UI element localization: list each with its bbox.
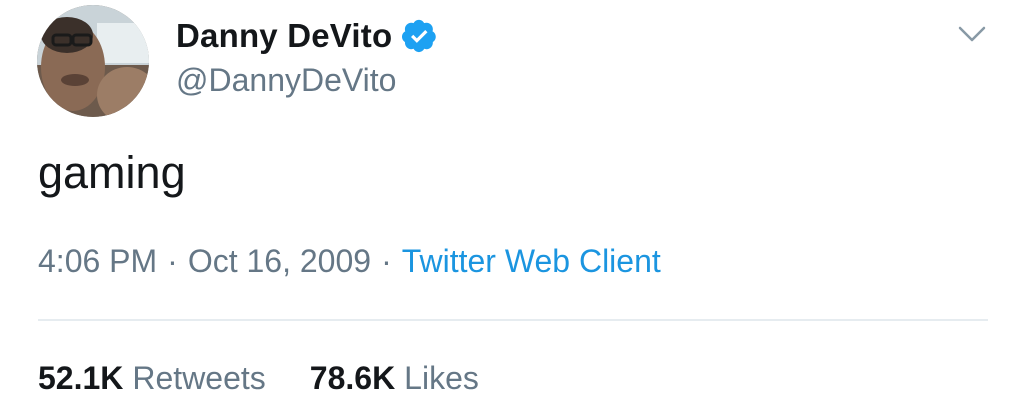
likes-label: Likes (404, 360, 479, 396)
avatar[interactable] (37, 5, 149, 117)
retweets-count: 52.1K (38, 360, 124, 396)
verified-badge-icon (402, 18, 438, 54)
author-handle[interactable]: @DannyDeVito (176, 62, 396, 99)
meta-separator: · (167, 243, 178, 279)
divider (38, 319, 988, 321)
chevron-down-icon[interactable] (956, 20, 988, 48)
retweets-stat[interactable]: 52.1K Retweets (38, 360, 266, 397)
retweets-label: Retweets (132, 360, 266, 396)
tweet-meta: 4:06 PM · Oct 16, 2009 · Twitter Web Client (38, 243, 661, 280)
tweet-date[interactable]: Oct 16, 2009 (188, 243, 371, 279)
tweet-card: Danny DeVito @DannyDeVito gaming 4:06 PM… (0, 0, 1024, 419)
tweet-stats: 52.1K Retweets 78.6K Likes (38, 360, 479, 397)
author-name-row: Danny DeVito (176, 17, 438, 55)
meta-separator: · (381, 243, 392, 279)
tweet-text: gaming (38, 147, 186, 198)
likes-stat[interactable]: 78.6K Likes (310, 360, 479, 397)
avatar-image (37, 5, 149, 117)
author-display-name[interactable]: Danny DeVito (176, 17, 392, 55)
tweet-source-link[interactable]: Twitter Web Client (402, 243, 661, 279)
tweet-time[interactable]: 4:06 PM (38, 243, 157, 279)
likes-count: 78.6K (309, 360, 396, 396)
